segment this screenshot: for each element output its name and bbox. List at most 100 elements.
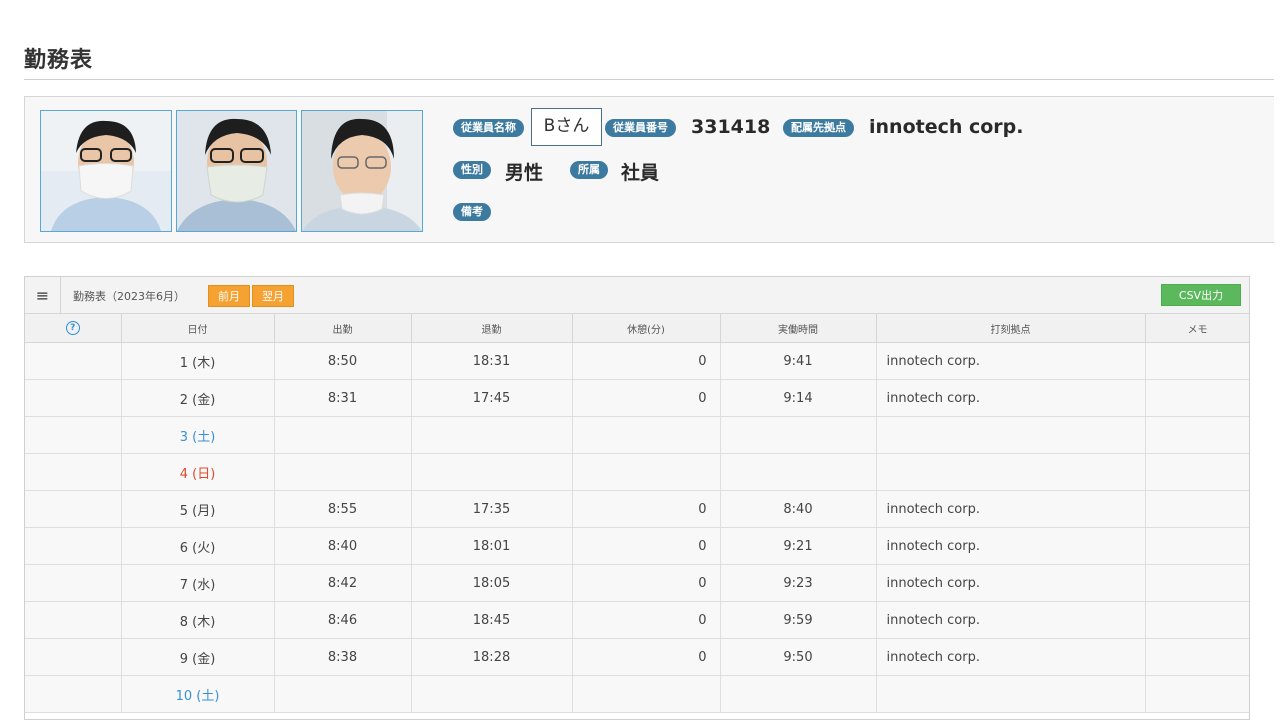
cell-clock-out: 17:45 (411, 379, 573, 417)
cell-break: 0 (572, 490, 721, 528)
help-header[interactable]: ? (25, 314, 122, 343)
cell-date: 7 (水) (121, 564, 275, 602)
cell-date: 2 (金) (121, 379, 275, 417)
table-header-row: ? 日付 出勤 退勤 休憩(分) 実働時間 打刻拠点 メモ (25, 314, 1249, 343)
table-row[interactable]: 6 (火) 8:40 18:01 0 9:21 innotech corp. (25, 527, 1249, 565)
row-select-cell (25, 638, 122, 676)
cell-memo (1145, 490, 1249, 528)
row-select-cell (25, 342, 122, 380)
table-row[interactable]: 7 (水) 8:42 18:05 0 9:23 innotech corp. (25, 564, 1249, 602)
location-value: innotech corp. (869, 116, 1024, 138)
cell-location: innotech corp. (876, 638, 1146, 676)
cell-clock-in (274, 416, 412, 454)
timesheet-table: ? 日付 出勤 退勤 休憩(分) 実働時間 打刻拠点 メモ 1 (木) 8:50 1… (25, 314, 1249, 713)
cell-location (876, 675, 1146, 713)
cell-location (876, 416, 1146, 454)
table-row[interactable]: 10 (土) (25, 675, 1249, 713)
cell-date: 5 (月) (121, 490, 275, 528)
next-month-button[interactable]: 翌月 (252, 285, 294, 307)
cell-break: 0 (572, 601, 721, 639)
cell-clock-out: 18:45 (411, 601, 573, 639)
cell-clock-out: 18:31 (411, 342, 573, 380)
cell-memo (1145, 564, 1249, 602)
cell-break: 0 (572, 564, 721, 602)
cell-date: 9 (金) (121, 638, 275, 676)
cell-clock-out (411, 675, 573, 713)
cell-memo (1145, 638, 1249, 676)
row-select-cell (25, 601, 122, 639)
location-label: 配属先拠点 (783, 119, 854, 137)
table-row[interactable]: 5 (月) 8:55 17:35 0 8:40 innotech corp. (25, 490, 1249, 528)
table-row[interactable]: 3 (土) (25, 416, 1249, 454)
row-select-cell (25, 564, 122, 602)
cell-work-time: 9:59 (720, 601, 877, 639)
cell-location: innotech corp. (876, 601, 1146, 639)
cell-location (876, 453, 1146, 491)
remarks-label: 備考 (453, 203, 491, 221)
col-header-work-time: 実働時間 (720, 314, 877, 343)
cell-work-time: 9:23 (720, 564, 877, 602)
cell-clock-in: 8:38 (274, 638, 412, 676)
cell-date: 10 (土) (121, 675, 275, 713)
title-divider (24, 79, 1274, 80)
cell-memo (1145, 453, 1249, 491)
row-select-cell (25, 453, 122, 491)
table-row[interactable]: 4 (日) (25, 453, 1249, 491)
prev-month-button[interactable]: 前月 (208, 285, 250, 307)
employee-photo-2 (176, 110, 297, 232)
cell-memo (1145, 675, 1249, 713)
employee-number-value: 331418 (691, 116, 771, 138)
cell-break (572, 675, 721, 713)
cell-location: innotech corp. (876, 342, 1146, 380)
cell-clock-out (411, 453, 573, 491)
gender-label: 性別 (453, 161, 491, 179)
employee-photo-3 (301, 110, 423, 232)
cell-memo (1145, 601, 1249, 639)
cell-location: innotech corp. (876, 564, 1146, 602)
hamburger-icon[interactable]: ≡ (25, 277, 61, 313)
cell-clock-out: 17:35 (411, 490, 573, 528)
cell-memo (1145, 527, 1249, 565)
cell-break: 0 (572, 342, 721, 380)
cell-memo (1145, 342, 1249, 380)
table-row[interactable]: 1 (木) 8:50 18:31 0 9:41 innotech corp. (25, 342, 1249, 380)
cell-work-time: 8:40 (720, 490, 877, 528)
cell-memo (1145, 416, 1249, 454)
table-row[interactable]: 8 (木) 8:46 18:45 0 9:59 innotech corp. (25, 601, 1249, 639)
cell-location: innotech corp. (876, 527, 1146, 565)
cell-clock-in: 8:46 (274, 601, 412, 639)
cell-work-time: 9:14 (720, 379, 877, 417)
col-header-memo: メモ (1145, 314, 1249, 343)
cell-work-time: 9:50 (720, 638, 877, 676)
timesheet-toolbar: ≡ 勤務表（2023年6月） 前月 翌月 CSV出力 (25, 277, 1249, 314)
col-header-break: 休憩(分) (572, 314, 721, 343)
employee-name-label: 従業員名称 (453, 119, 524, 137)
gender-value: 男性 (505, 162, 544, 184)
cell-clock-out: 18:05 (411, 564, 573, 602)
row-select-cell (25, 490, 122, 528)
cell-location: innotech corp. (876, 379, 1146, 417)
employee-name-value: Bさん (531, 108, 602, 146)
table-row[interactable]: 2 (金) 8:31 17:45 0 9:14 innotech corp. (25, 379, 1249, 417)
cell-memo (1145, 379, 1249, 417)
cell-location: innotech corp. (876, 490, 1146, 528)
csv-export-button[interactable]: CSV出力 (1161, 284, 1241, 306)
cell-break (572, 453, 721, 491)
cell-work-time (720, 453, 877, 491)
col-header-clock-out: 退勤 (411, 314, 573, 343)
col-header-location: 打刻拠点 (876, 314, 1146, 343)
cell-date: 4 (日) (121, 453, 275, 491)
cell-clock-in: 8:42 (274, 564, 412, 602)
affiliation-value: 社員 (621, 162, 660, 184)
cell-clock-out: 18:01 (411, 527, 573, 565)
row-select-cell (25, 527, 122, 565)
employee-number-label: 従業員番号 (605, 119, 676, 137)
table-row[interactable]: 9 (金) 8:38 18:28 0 9:50 innotech corp. (25, 638, 1249, 676)
row-select-cell (25, 675, 122, 713)
col-header-clock-in: 出勤 (274, 314, 412, 343)
cell-clock-in (274, 675, 412, 713)
col-header-date: 日付 (121, 314, 275, 343)
question-circle-icon[interactable]: ? (65, 321, 80, 335)
cell-clock-in: 8:55 (274, 490, 412, 528)
cell-clock-out: 18:28 (411, 638, 573, 676)
